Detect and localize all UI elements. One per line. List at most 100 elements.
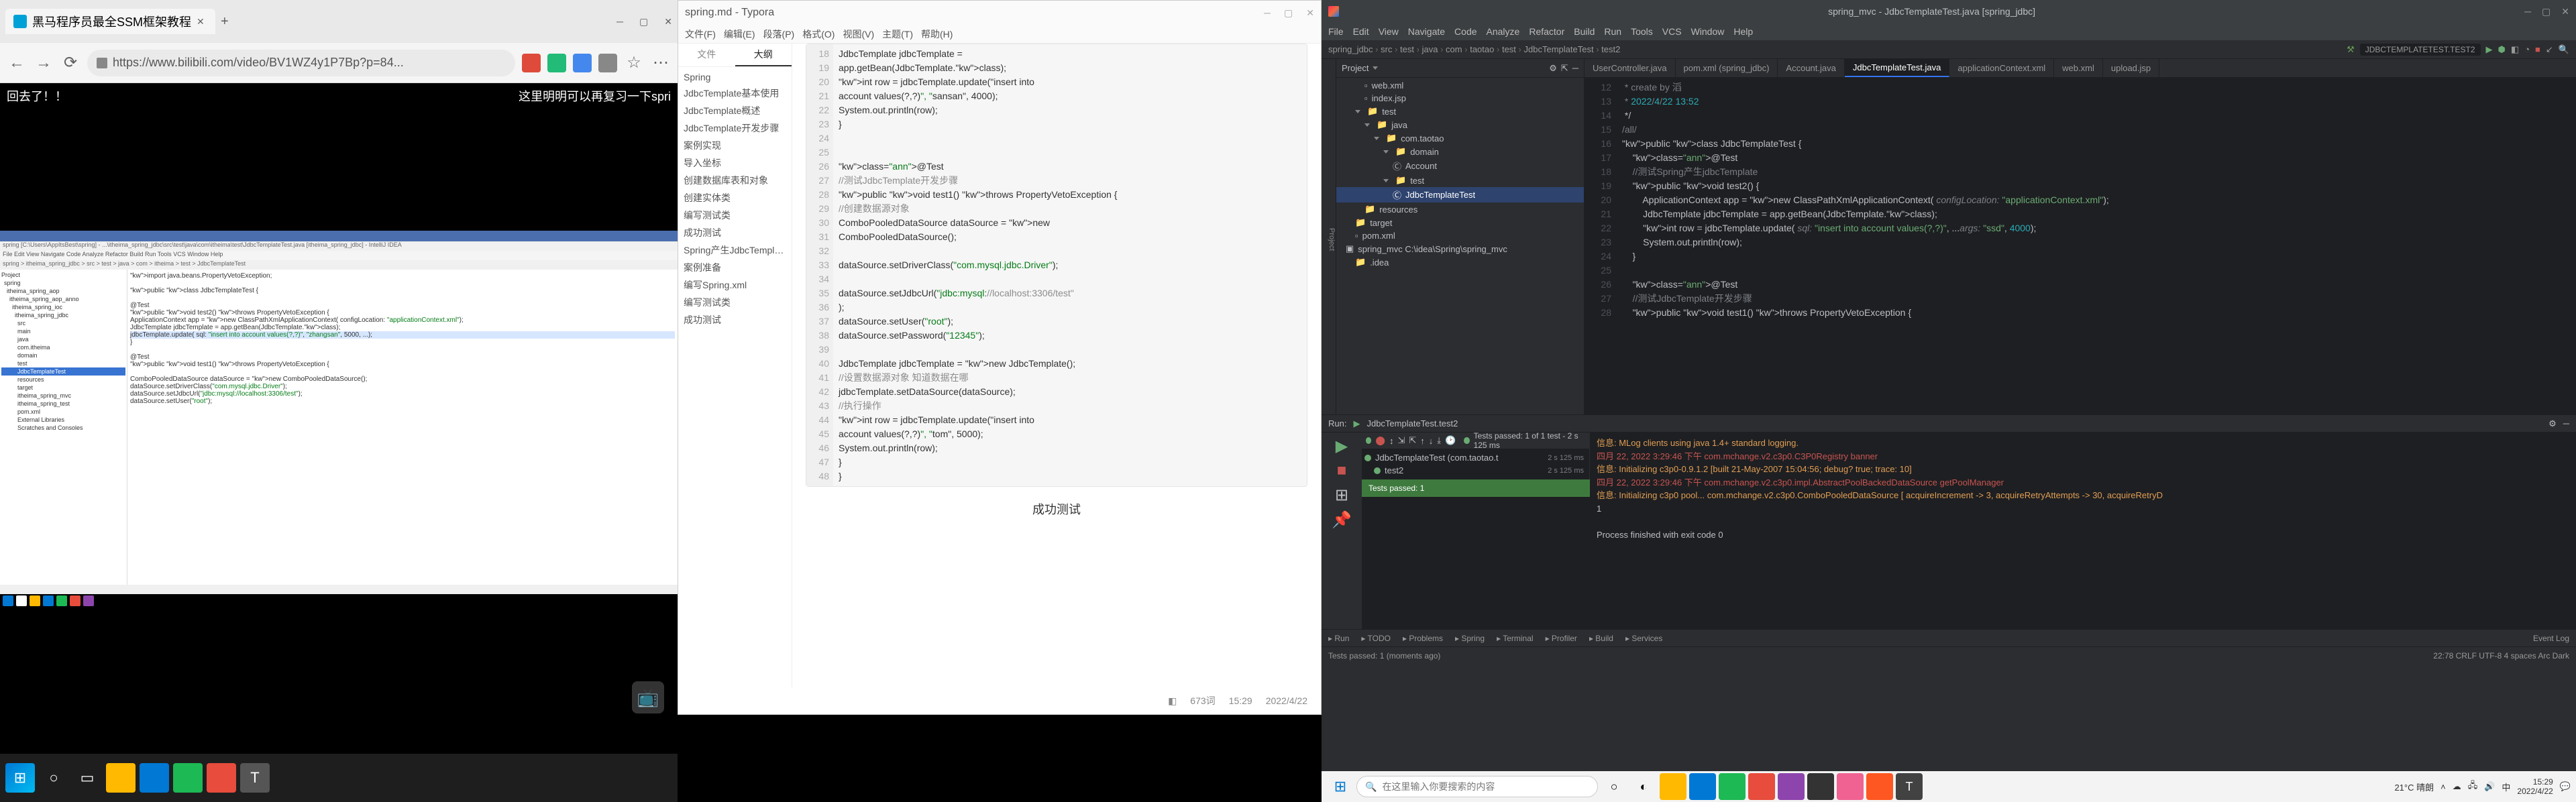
outline-item[interactable]: JdbcTemplate基本使用 [678,84,792,102]
tool-window-button[interactable]: ▸ Run [1328,634,1349,643]
tree-item[interactable]: ⒸAccount [1336,158,1584,174]
new-tab-button[interactable]: + [221,14,229,30]
back-button[interactable]: ← [7,53,27,73]
typora-icon[interactable]: T [1896,773,1923,800]
editor-tab[interactable]: upload.jsp [2103,59,2159,77]
sort-icon[interactable]: ↕ [1389,436,1394,446]
tree-item[interactable]: 📁test [1336,174,1584,187]
address-bar[interactable]: https://www.bilibili.com/video/BV1WZ4y1P… [87,50,515,76]
tool-window-button[interactable]: ▸ TODO [1361,634,1391,643]
tree-item[interactable]: ▫index.jsp [1336,92,1584,105]
menu-item[interactable]: Refactor [1529,26,1564,37]
tree-item[interactable]: 📁resources [1336,203,1584,216]
outline-item[interactable]: 成功测试 [678,224,792,241]
task-view-icon[interactable]: ○ [1601,773,1627,800]
menu-item[interactable]: 段落(P) [763,27,795,41]
taskbar-search[interactable]: 🔍 在这里输入你要搜索的内容 [1356,776,1598,797]
menu-item[interactable]: Edit [1353,26,1369,37]
menu-item[interactable]: 文件(F) [685,27,716,41]
tab-outline[interactable]: 大纲 [735,44,792,66]
intellij-icon[interactable] [1807,773,1834,800]
tool-window-button[interactable]: ▸ Spring [1455,634,1485,643]
maximize-icon[interactable]: ▢ [639,16,648,27]
browser-tab[interactable]: 黑马程序员最全SSM框架教程 ✕ [5,9,215,34]
outline-item[interactable]: 编写Spring.xml [678,276,792,294]
menu-item[interactable]: View [1379,26,1399,37]
test-tree[interactable]: JdbcTemplateTest (com.taotao.t2 s 125 ms… [1362,449,1589,479]
app-icon[interactable] [1866,773,1893,800]
outline-item[interactable]: 成功测试 [678,311,792,329]
typora-editor[interactable]: 1819202122232425262728293031323334353637… [792,44,1321,687]
menu-item[interactable]: Tools [1631,26,1653,37]
layout-icon[interactable]: ⊞ [1335,485,1348,505]
tree-item[interactable]: 📁java [1336,118,1584,131]
start-button[interactable]: ⊞ [1327,773,1354,800]
extension-icon[interactable] [547,54,566,72]
volume-icon[interactable]: 🔊 [2484,781,2495,792]
tool-window-button[interactable]: ▸ Terminal [1497,634,1534,643]
outline-item[interactable]: 案例准备 [678,259,792,276]
edge-icon[interactable] [140,763,169,793]
search-icon[interactable]: 🔍 [2559,44,2569,55]
export-icon[interactable]: ⤓ [1437,435,1441,446]
event-log-button[interactable]: Event Log [2533,634,2569,643]
outline-item[interactable]: Spring [678,70,792,84]
task-view-icon[interactable]: ▭ [72,763,102,793]
app-icon[interactable] [1837,773,1864,800]
editor-tab[interactable]: applicationContext.xml [1949,59,2054,77]
extension-icon[interactable] [598,54,617,72]
tool-window-button[interactable]: ▸ Profiler [1546,634,1577,643]
menu-item[interactable]: Code [1454,26,1477,37]
explorer-icon[interactable] [1660,773,1686,800]
tree-item[interactable]: ⒸJdbcTemplateTest [1336,187,1584,203]
history-icon[interactable]: 🕑 [1445,435,1456,446]
onedrive-icon[interactable]: ☁ [2453,781,2461,792]
outline-item[interactable]: JdbcTemplate概述 [678,102,792,119]
tree-item[interactable]: 📁com.taotao [1336,131,1584,145]
sidebar-toggle-icon[interactable]: ◧ [1168,695,1177,707]
tool-window-button[interactable]: ▸ Build [1589,634,1613,643]
hide-icon[interactable]: ─ [2563,418,2569,428]
minimize-icon[interactable]: ─ [616,16,623,27]
code-editor[interactable]: 1213141516171819202122232425262728 * cre… [1585,78,2576,414]
maximize-icon[interactable]: ▢ [1284,7,1293,19]
stop-icon[interactable]: ■ [1337,461,1347,480]
menu-item[interactable]: Build [1574,26,1595,37]
fail-filter-icon[interactable]: ⬤ [1375,435,1385,446]
menu-item[interactable]: 帮助(H) [921,27,953,41]
test-row[interactable]: test22 s 125 ms [1364,464,1587,477]
tray-chevron-icon[interactable]: ˄ [2440,782,2446,792]
video-player[interactable]: 回去了！！ 这里明明可以再复习一下spri spring [C:\Users\A… [0,83,678,754]
menu-item[interactable]: Run [1604,26,1621,37]
app-icon[interactable] [1778,773,1805,800]
tree-item[interactable]: 📁test [1336,105,1584,118]
outline-item[interactable]: 编写测试类 [678,207,792,224]
collapse-icon[interactable]: ⇱ [1561,63,1568,74]
menu-icon[interactable]: ⋯ [651,53,671,73]
rerun-icon[interactable]: ▶ [1336,437,1348,456]
next-icon[interactable]: ↓ [1429,436,1434,446]
hide-icon[interactable]: ─ [1572,63,1578,73]
minimize-icon[interactable]: ─ [2524,6,2531,17]
close-icon[interactable]: ✕ [1306,7,1314,19]
pin-icon[interactable]: 📌 [1332,510,1352,530]
editor-tab[interactable]: UserController.java [1585,59,1676,77]
start-button[interactable]: ⊞ [5,763,35,793]
menu-item[interactable]: 主题(T) [882,27,913,41]
forward-button[interactable]: → [34,53,54,73]
menu-item[interactable]: Window [1691,26,1725,37]
pip-icon[interactable]: 📺 [632,681,664,713]
weather-widget[interactable]: 21°C 晴朗 [2394,781,2434,793]
pass-filter-icon[interactable] [1366,437,1371,444]
breadcrumb-path[interactable]: spring_jdbc › src › test › java › com › … [1328,44,1620,54]
wechat-icon[interactable] [1719,773,1746,800]
tab-files[interactable]: 文件 [678,44,735,66]
expand-icon[interactable]: ⇲ [1397,435,1405,446]
menu-item[interactable]: Help [1733,26,1753,37]
editor-tab[interactable]: pom.xml (spring_jdbc) [1676,59,1778,77]
editor-tab[interactable]: JdbcTemplateTest.java [1845,59,1950,77]
close-tab-icon[interactable]: ✕ [197,16,207,27]
profile-icon[interactable]: ◔ [2524,44,2530,54]
stop-icon[interactable]: ■ [2535,44,2540,54]
coverage-icon[interactable]: ◧ [2511,44,2519,55]
